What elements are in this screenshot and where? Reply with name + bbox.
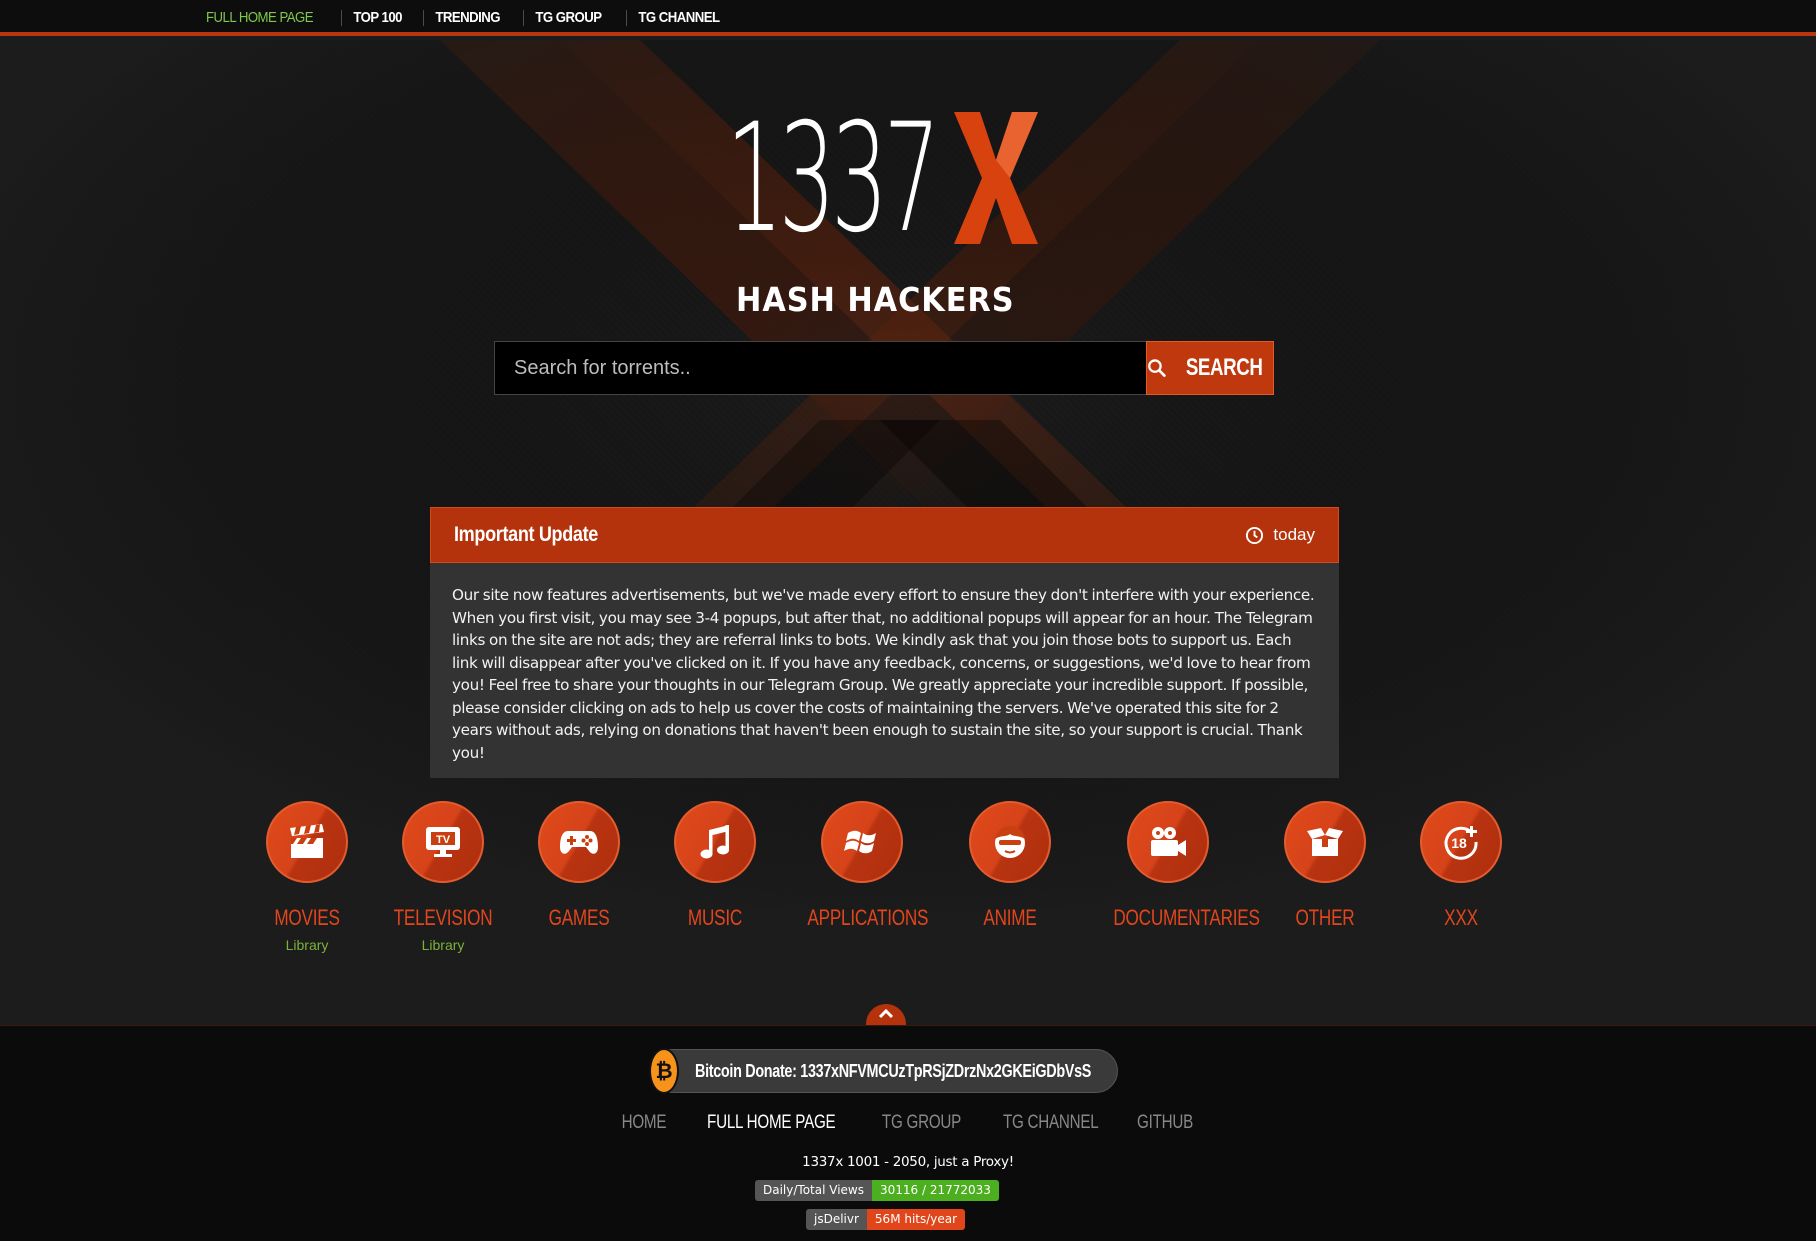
category-anime[interactable]: ANIME bbox=[940, 801, 1080, 937]
anime-face-icon bbox=[995, 826, 1025, 858]
category-sub[interactable]: Library bbox=[237, 937, 377, 953]
bitcoin-donate-button[interactable]: ₿ Bitcoin Donate: 1337xNFVMCUzTpRSjZDrzN… bbox=[649, 1048, 1118, 1094]
chevron-up-icon bbox=[878, 1008, 894, 1019]
footer-tagline: 1337x 1001 - 2050, just a Proxy! bbox=[802, 1154, 1014, 1170]
logo-x-icon bbox=[954, 112, 1038, 244]
footer-link-home[interactable]: HOME bbox=[613, 1112, 674, 1134]
category-name: MUSIC bbox=[687, 905, 743, 930]
footer-links: HOME FULL HOME PAGE TG GROUP TG CHANNEL … bbox=[0, 1112, 1816, 1134]
views-badge[interactable]: Daily/Total Views 30116 / 21772033 bbox=[755, 1180, 999, 1201]
search-button-label: SEARCH bbox=[1185, 354, 1263, 381]
update-title: Important Update bbox=[454, 523, 598, 546]
category-television[interactable]: TV TELEVISION Library bbox=[373, 801, 513, 953]
category-movies[interactable]: MOVIES Library bbox=[237, 801, 377, 953]
svg-text:18: 18 bbox=[1451, 835, 1467, 851]
nav-full-home-page[interactable]: FULL HOME PAGE bbox=[206, 10, 324, 26]
tv-icon: TV bbox=[426, 827, 460, 857]
clapperboard-icon bbox=[290, 824, 324, 858]
music-note-icon bbox=[700, 825, 729, 859]
svg-text:TV: TV bbox=[436, 834, 451, 846]
important-update-box: Important Update today Our site now feat… bbox=[430, 507, 1339, 778]
update-body: Our site now features advertisements, bu… bbox=[430, 563, 1339, 778]
category-name: OTHER bbox=[1295, 905, 1355, 930]
video-camera-icon bbox=[1151, 827, 1186, 856]
update-time-label: today bbox=[1273, 525, 1315, 544]
nav-tg-channel[interactable]: TG CHANNEL bbox=[625, 10, 731, 26]
category-list: MOVIES Library TV TELEVISION Library GAM… bbox=[0, 801, 1816, 1001]
category-games[interactable]: GAMES bbox=[509, 801, 649, 937]
category-xxx[interactable]: 18 XXX bbox=[1391, 801, 1531, 937]
search-button[interactable]: SEARCH bbox=[1146, 341, 1274, 395]
top-nav: FULL HOME PAGE TOP 100 TRENDING TG GROUP… bbox=[0, 0, 1816, 36]
search-icon bbox=[1148, 359, 1166, 377]
site-logo[interactable]: 1337 HASH HACKERS bbox=[726, 104, 1046, 336]
gamepad-icon bbox=[560, 831, 598, 854]
svg-text:₿: ₿ bbox=[655, 1059, 672, 1083]
category-name: XXX bbox=[1444, 905, 1478, 930]
footer: ₿ Bitcoin Donate: 1337xNFVMCUzTpRSjZDrzN… bbox=[0, 1025, 1816, 1241]
hero-section: 1337 HASH HACKERS SEARCH Important Updat… bbox=[0, 40, 1816, 1025]
search-input[interactable] bbox=[494, 341, 1146, 395]
nav-top-100[interactable]: TOP 100 bbox=[340, 10, 413, 26]
category-name: APPLICATIONS bbox=[807, 905, 929, 930]
update-time: today bbox=[1245, 525, 1315, 545]
category-name: DOCUMENTARIES bbox=[1113, 905, 1260, 930]
logo-number: 1337 bbox=[726, 92, 941, 266]
category-other[interactable]: OTHER bbox=[1255, 801, 1395, 937]
category-applications[interactable]: APPLICATIONS bbox=[792, 801, 932, 937]
views-badge-value: 30116 / 21772033 bbox=[871, 1180, 999, 1201]
category-name: MOVIES bbox=[274, 905, 340, 930]
search-form: SEARCH bbox=[494, 341, 1274, 395]
category-sub[interactable]: Library bbox=[373, 937, 513, 953]
category-documentaries[interactable]: DOCUMENTARIES bbox=[1098, 801, 1260, 937]
clock-icon bbox=[1246, 526, 1264, 544]
footer-link-full-home-page[interactable]: FULL HOME PAGE bbox=[700, 1112, 844, 1134]
footer-link-tg-group[interactable]: TG GROUP bbox=[874, 1112, 969, 1134]
eighteen-plus-icon: 18 bbox=[1444, 826, 1478, 860]
views-badge-label: Daily/Total Views bbox=[755, 1180, 872, 1201]
footer-link-github[interactable]: GITHUB bbox=[1129, 1112, 1201, 1134]
jsdelivr-badge[interactable]: jsDelivr 56M hits/year bbox=[806, 1209, 966, 1230]
category-name: TELEVISION bbox=[393, 905, 493, 930]
jsdelivr-badge-label: jsDelivr bbox=[806, 1209, 867, 1230]
footer-link-tg-channel[interactable]: TG CHANNEL bbox=[995, 1112, 1107, 1134]
update-header: Important Update today bbox=[430, 507, 1339, 563]
bitcoin-donate-text: Bitcoin Donate: 1337xNFVMCUzTpRSjZDrzNx2… bbox=[695, 1060, 1092, 1081]
open-box-icon bbox=[1307, 828, 1343, 856]
category-name: GAMES bbox=[548, 905, 610, 930]
nav-trending[interactable]: TRENDING bbox=[422, 10, 511, 26]
bitcoin-icon: ₿ bbox=[649, 1048, 679, 1094]
category-music[interactable]: MUSIC bbox=[645, 801, 785, 937]
category-name: ANIME bbox=[983, 905, 1037, 930]
jsdelivr-badge-value: 56M hits/year bbox=[866, 1209, 966, 1230]
logo-tagline: HASH HACKERS bbox=[736, 280, 1015, 319]
nav-tg-group[interactable]: TG GROUP bbox=[523, 10, 613, 26]
windows-icon bbox=[844, 830, 876, 854]
